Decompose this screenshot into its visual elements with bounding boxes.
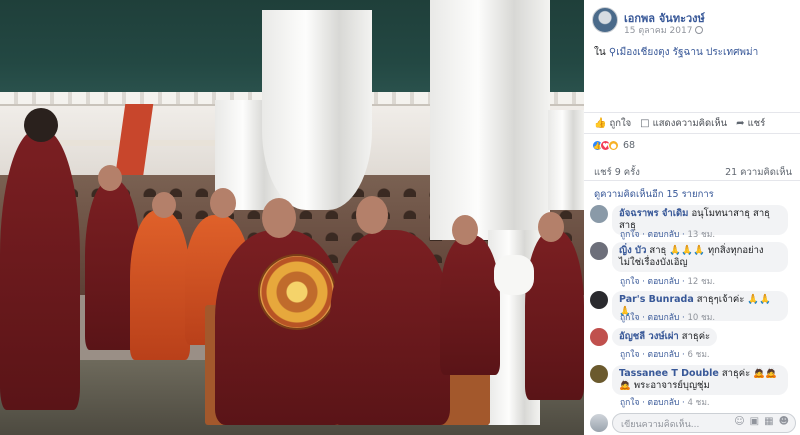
commenter-name[interactable]: อัญชลี วงษ์เผ่า: [619, 331, 679, 342]
comment-input-icons: ☺ ▣ ▦ ☻: [734, 416, 789, 427]
comment-input[interactable]: เขียนความคิดเห็น... ☺ ▣ ▦ ☻: [612, 413, 796, 433]
comment-meta: ถูกใจ · ตอบกลับ · 10 ชม.: [620, 313, 716, 323]
comment-bubble: อัญชลี วงษ์เผ่า สาธุค่ะ: [612, 328, 718, 346]
comment-time[interactable]: 4 ชม.: [687, 398, 709, 408]
comment-meta: ถูกใจ · ตอบกลับ · 12 ชม.: [620, 277, 716, 287]
share-button[interactable]: ➦ แชร์: [736, 116, 765, 131]
author-avatar[interactable]: [592, 7, 618, 33]
location-prefix: ใน: [594, 47, 606, 58]
comment-time[interactable]: 10 ชม.: [687, 313, 715, 323]
photo-monk-head: [538, 212, 564, 242]
post-photo[interactable]: [0, 0, 584, 435]
comment-time[interactable]: 12 ชม.: [687, 277, 715, 287]
comment-time[interactable]: 6 ชม.: [687, 350, 709, 360]
photo-monk-seated-right: [330, 230, 450, 425]
divider: [584, 180, 800, 181]
photo-monk-head: [24, 108, 58, 142]
comment-meta: ถูกใจ · ตอบกลับ · 6 ชม.: [620, 350, 710, 360]
write-comment-bar: เขียนความคิดเห็น... ☺ ▣ ▦ ☻: [584, 410, 800, 435]
photo-monk-head: [452, 215, 478, 245]
globe-icon: [695, 26, 704, 34]
comment-bubble: ญิ่ง บัว สาธุ 🙏🙏🙏 ทุกสิ่งทุกอย่างไม่ใช่เร…: [612, 242, 788, 272]
location-link[interactable]: เมืองเชียงตุง รัฐฉาน ประเทศพม่า: [616, 47, 758, 58]
photo-monk-standing: [0, 130, 80, 410]
photo-monk: [525, 230, 584, 400]
post-actions-bar: 👍 ถูกใจ □ แสดงความคิดเห็น ➦ แชร์: [584, 112, 800, 134]
current-user-avatar: [590, 414, 608, 432]
thumbs-up-icon: 👍: [594, 117, 607, 129]
comment-reply-link[interactable]: ตอบกลับ: [648, 313, 680, 323]
comment-reply-link[interactable]: ตอบกลับ: [648, 350, 680, 360]
comment-label: แสดงความคิดเห็น: [652, 117, 728, 129]
comment-meta: ถูกใจ · ตอบกลับ · 4 ชม.: [620, 398, 710, 408]
photo-curtain-middle: [262, 10, 372, 210]
post-location: ใน ⚲เมืองเชียงตุง รัฐฉาน ประเทศพม่า: [594, 45, 758, 60]
comment-like-link[interactable]: ถูกใจ: [620, 277, 639, 287]
commenter-name[interactable]: Tassanee T Double: [619, 368, 719, 379]
reactions-summary[interactable]: 👍 ♥ ● 68: [592, 140, 635, 151]
view-more-comments-link[interactable]: ดูความคิดเห็นอีก 15 รายการ: [594, 187, 714, 202]
comment-like-link[interactable]: ถูกใจ: [620, 350, 639, 360]
comment-item: อัจฉราพร จำเดิม อนุโมทนาสาธุ สาธุ สาธุ ถู…: [590, 205, 796, 240]
comment-like-link[interactable]: ถูกใจ: [620, 313, 639, 323]
post-sidebar: เอกพล จันทะวงษ์ 15 ตุลาคม 2017 ใน ⚲เมือง…: [584, 0, 800, 435]
photo-monk-orange: [130, 210, 190, 360]
like-button[interactable]: 👍 ถูกใจ: [594, 116, 631, 131]
comment-item: ญิ่ง บัว สาธุ 🙏🙏🙏 ทุกสิ่งทุกอย่างไม่ใช่เร…: [590, 242, 796, 288]
commenter-name[interactable]: Par's Bunrada: [619, 294, 694, 305]
comment-icon: □: [640, 117, 650, 129]
comment-count[interactable]: 21 ความคิดเห็น: [725, 165, 792, 180]
comment-text: สาธุค่ะ: [681, 331, 711, 342]
comment-reply-link[interactable]: ตอบกลับ: [648, 398, 680, 408]
photo-curtain-far-right: [548, 110, 584, 210]
post-date-text[interactable]: 15 ตุลาคม 2017: [624, 26, 692, 36]
photo-curtain-right: [430, 0, 550, 240]
sticker-icon[interactable]: ☻: [779, 416, 789, 427]
comment-item: Tassanee T Double สาธุค่ะ 🙇🙇🙇 พระอาจารย์บ…: [590, 365, 796, 409]
comment-like-link[interactable]: ถูกใจ: [620, 230, 639, 240]
comment-reply-link[interactable]: ตอบกลับ: [648, 230, 680, 240]
comment-time[interactable]: 13 ชม.: [687, 230, 715, 240]
comment-item: Par's Bunrada สาธุๆเจ้าค่ะ 🙏🙏🙏 ถูกใจ · ตอ…: [590, 291, 796, 325]
commenter-avatar[interactable]: [590, 205, 608, 223]
gif-icon[interactable]: ▦: [764, 416, 773, 427]
comment-like-link[interactable]: ถูกใจ: [620, 398, 639, 408]
post-header: เอกพล จันทะวงษ์ 15 ตุลาคม 2017: [584, 0, 800, 40]
wow-icon: ●: [608, 140, 619, 151]
comment-reply-link[interactable]: ตอบกลับ: [648, 277, 680, 287]
photo-monk-head: [262, 198, 296, 238]
commenter-avatar[interactable]: [590, 242, 608, 260]
commenter-avatar[interactable]: [590, 291, 608, 309]
photo-curtain-tie: [494, 255, 534, 295]
camera-icon[interactable]: ▣: [750, 416, 759, 427]
photo-monk-head: [152, 192, 176, 218]
share-icon: ➦: [736, 117, 745, 129]
comment-input-placeholder: เขียนความคิดเห็น...: [621, 420, 700, 430]
comment-meta: ถูกใจ · ตอบกลับ · 13 ชม.: [620, 230, 716, 240]
photo-monk: [440, 235, 500, 375]
photo-monk-head: [210, 188, 236, 218]
commenter-name[interactable]: ญิ่ง บัว: [619, 245, 646, 256]
post-stats: แชร์ 9 ครั้ง 21 ความคิดเห็น: [594, 165, 792, 180]
comment-item: อัญชลี วงษ์เผ่า สาธุค่ะ ถูกใจ · ตอบกลับ ·…: [590, 328, 796, 362]
like-label: ถูกใจ: [609, 117, 632, 129]
photo-painting: [258, 254, 336, 330]
commenter-avatar[interactable]: [590, 365, 608, 383]
commenter-avatar[interactable]: [590, 328, 608, 346]
comment-bubble: Tassanee T Double สาธุค่ะ 🙇🙇🙇 พระอาจารย์บ…: [612, 365, 788, 395]
commenter-name[interactable]: อัจฉราพร จำเดิม: [619, 208, 688, 219]
comment-button[interactable]: □ แสดงความคิดเห็น: [640, 116, 727, 131]
reaction-count: 68: [623, 140, 636, 151]
share-label: แชร์: [747, 117, 766, 129]
photo-monk-head: [356, 196, 388, 234]
share-count[interactable]: แชร์ 9 ครั้ง: [594, 165, 640, 180]
post-date[interactable]: 15 ตุลาคม 2017: [624, 23, 704, 37]
photo-monk-head: [98, 165, 122, 191]
emoji-icon[interactable]: ☺: [734, 416, 744, 427]
